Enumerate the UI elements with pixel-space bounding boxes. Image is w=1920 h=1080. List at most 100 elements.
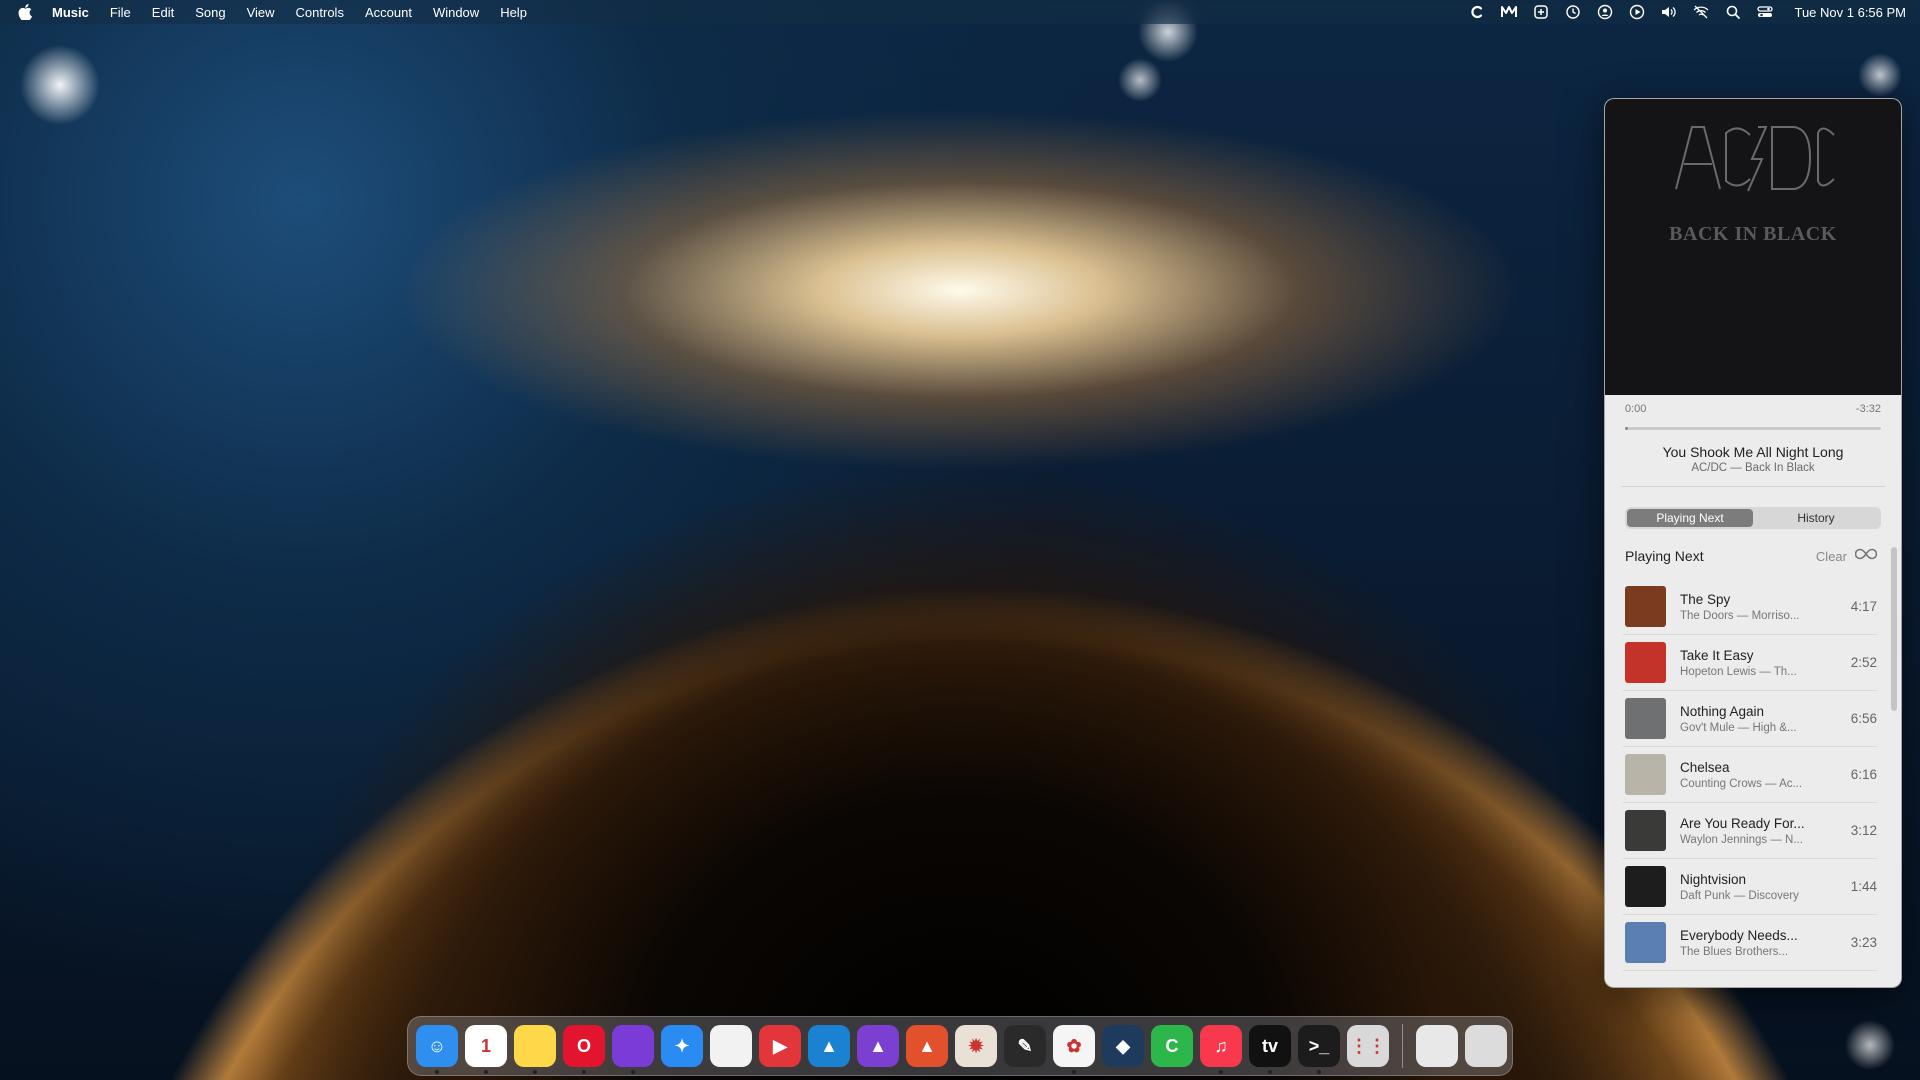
queue-item-duration: 3:23 bbox=[1850, 935, 1877, 950]
menu-help[interactable]: Help bbox=[500, 5, 527, 20]
divider bbox=[1621, 486, 1885, 487]
control-icon[interactable] bbox=[1532, 4, 1550, 20]
queue-item-subtitle: Waylon Jennings — N... bbox=[1680, 833, 1803, 846]
queue-item[interactable]: Everybody Needs... The Blues Brothers... 3… bbox=[1623, 915, 1877, 971]
band-logo bbox=[1675, 126, 1835, 192]
photos-icon[interactable]: ✿ bbox=[1053, 1025, 1095, 1074]
time-readout: 0:00 -3:32 bbox=[1605, 395, 1901, 415]
calendar-icon[interactable]: 1 bbox=[465, 1025, 507, 1074]
queue-tabs: Playing Next History bbox=[1625, 507, 1881, 529]
user-icon[interactable] bbox=[1596, 4, 1614, 20]
queue-item-artwork bbox=[1625, 642, 1666, 683]
firefox-icon[interactable] bbox=[612, 1025, 654, 1074]
queue-item-artwork bbox=[1625, 586, 1666, 627]
remaining-time: -3:32 bbox=[1855, 403, 1881, 415]
volume-icon[interactable] bbox=[1660, 4, 1678, 20]
apple-menu-icon[interactable] bbox=[18, 4, 34, 20]
launchpad-icon[interactable]: ⋮⋮ bbox=[1347, 1025, 1389, 1067]
queue-item-title: Nothing Again bbox=[1680, 703, 1765, 719]
playback-progress-slider[interactable] bbox=[1625, 427, 1881, 430]
queue-item-title: Everybody Needs... bbox=[1680, 927, 1798, 943]
queue-item-subtitle: Gov't Mule — High &... bbox=[1680, 721, 1797, 734]
queue-item-meta: Everybody Needs... The Blues Brothers... bbox=[1680, 928, 1837, 958]
layers-icon[interactable]: ◆ bbox=[1102, 1025, 1144, 1067]
queue-item-duration: 3:12 bbox=[1850, 823, 1877, 838]
terminal-icon[interactable]: >_ bbox=[1298, 1025, 1340, 1074]
c-app-icon[interactable] bbox=[1468, 4, 1486, 20]
apple-tv-icon[interactable]: tv bbox=[1249, 1025, 1291, 1074]
affinity-designer-icon[interactable]: ▲ bbox=[808, 1025, 850, 1067]
menu-edit[interactable]: Edit bbox=[152, 5, 174, 20]
queue-item-duration: 6:56 bbox=[1850, 711, 1877, 726]
downloads-icon[interactable] bbox=[1416, 1025, 1458, 1067]
queue-item[interactable]: Nightvision Daft Punk — Discovery 1:44 bbox=[1623, 859, 1877, 915]
queue-list: The Spy The Doors — Morriso... 4:17 Take It… bbox=[1605, 579, 1901, 971]
menu-window[interactable]: Window bbox=[433, 5, 479, 20]
queue-item-artwork bbox=[1625, 922, 1666, 963]
notes-icon[interactable] bbox=[514, 1025, 556, 1074]
tab-history[interactable]: History bbox=[1753, 509, 1879, 527]
dock: ☺ 1 O ✦ ▶ ▲ ▲ ▲ ✹ ✎ ✿ ◆ C ♫ tv >_ ⋮⋮ bbox=[407, 1016, 1513, 1076]
m-app-icon[interactable] bbox=[1500, 4, 1518, 20]
queue-item[interactable]: Are You Ready For... Waylon Jennings — N.… bbox=[1623, 803, 1877, 859]
tab-playing-next[interactable]: Playing Next bbox=[1627, 509, 1753, 527]
menu-app-name[interactable]: Music bbox=[52, 5, 89, 20]
queue-item[interactable]: Take It Easy Hopeton Lewis — Th... 2:52 bbox=[1623, 635, 1877, 691]
queue-item-meta: The Spy The Doors — Morriso... bbox=[1680, 592, 1837, 622]
dock-separator bbox=[1402, 1024, 1403, 1068]
menu-view[interactable]: View bbox=[247, 5, 275, 20]
queue-item-title: Chelsea bbox=[1680, 759, 1730, 775]
menu-controls[interactable]: Controls bbox=[296, 5, 344, 20]
affinity-publisher-icon[interactable]: ▲ bbox=[906, 1025, 948, 1067]
elapsed-time: 0:00 bbox=[1625, 403, 1647, 415]
album-title: BACK IN BLACK bbox=[1669, 223, 1837, 245]
menu-file[interactable]: File bbox=[110, 5, 131, 20]
menubar-clock[interactable]: Tue Nov 1 6:56 PM bbox=[1794, 5, 1906, 20]
queue-item[interactable]: Chelsea Counting Crows — Ac... 6:16 bbox=[1623, 747, 1877, 803]
queue-item-title: Nightvision bbox=[1680, 871, 1747, 887]
autoplay-infinity-icon[interactable] bbox=[1854, 547, 1878, 565]
search-icon[interactable] bbox=[1724, 4, 1742, 20]
finder-icon[interactable]: ☺ bbox=[416, 1025, 458, 1074]
camtasia-icon[interactable]: C bbox=[1151, 1025, 1193, 1067]
queue-item-duration: 6:16 bbox=[1850, 767, 1877, 782]
safari-icon[interactable]: ✦ bbox=[661, 1025, 703, 1067]
queue-item-meta: Take It Easy Hopeton Lewis — Th... bbox=[1680, 648, 1837, 678]
vectorize-icon[interactable]: ✎ bbox=[1004, 1025, 1046, 1067]
affinity-photo-icon[interactable]: ▲ bbox=[857, 1025, 899, 1067]
queue-item-subtitle: The Blues Brothers... bbox=[1680, 945, 1789, 958]
control-center-icon[interactable] bbox=[1756, 4, 1774, 20]
menu-song[interactable]: Song bbox=[195, 5, 225, 20]
queue-item-duration: 1:44 bbox=[1850, 879, 1877, 894]
playback-progress-fill bbox=[1625, 427, 1628, 430]
clear-queue-button[interactable]: Clear bbox=[1816, 549, 1847, 564]
music-icon[interactable]: ♫ bbox=[1200, 1025, 1242, 1074]
queue-item-subtitle: Hopeton Lewis — Th... bbox=[1680, 665, 1797, 678]
opera-icon[interactable]: O bbox=[563, 1025, 605, 1074]
pixelmator-icon[interactable]: ✹ bbox=[955, 1025, 997, 1067]
document-icon[interactable] bbox=[710, 1025, 752, 1067]
queue-header: Playing Next Clear bbox=[1605, 529, 1901, 565]
queue-item[interactable]: Nothing Again Gov't Mule — High &... 6:56 bbox=[1623, 691, 1877, 747]
queue-item-meta: Nothing Again Gov't Mule — High &... bbox=[1680, 704, 1837, 734]
queue-item-duration: 4:17 bbox=[1850, 599, 1877, 614]
play-circle-icon[interactable] bbox=[1628, 4, 1646, 20]
wifi-off-icon[interactable] bbox=[1692, 4, 1710, 20]
album-artwork[interactable]: BACK IN BLACK bbox=[1605, 99, 1901, 395]
menu-account[interactable]: Account bbox=[365, 5, 412, 20]
trash-icon[interactable] bbox=[1465, 1025, 1507, 1067]
now-playing-subtitle[interactable]: AC/DC — Back In Black bbox=[1605, 462, 1901, 474]
queue-item-title: Take It Easy bbox=[1680, 647, 1754, 663]
time-machine-icon[interactable] bbox=[1564, 4, 1582, 20]
menu-bar: Music File Edit Song View Controls Accou… bbox=[0, 0, 1920, 24]
queue-item-meta: Are You Ready For... Waylon Jennings — N.… bbox=[1680, 816, 1837, 846]
queue-item-meta: Chelsea Counting Crows — Ac... bbox=[1680, 760, 1837, 790]
queue-item-title: Are You Ready For... bbox=[1680, 815, 1805, 831]
pdf-expert-icon[interactable]: ▶ bbox=[759, 1025, 801, 1067]
music-mini-player: BACK IN BLACK 0:00 -3:32 You Shook Me Al… bbox=[1604, 98, 1902, 988]
status-area: Tue Nov 1 6:56 PM bbox=[1468, 0, 1906, 24]
queue-item-meta: Nightvision Daft Punk — Discovery bbox=[1680, 872, 1837, 902]
queue-item-subtitle: Daft Punk — Discovery bbox=[1680, 889, 1799, 902]
queue-item[interactable]: The Spy The Doors — Morriso... 4:17 bbox=[1623, 579, 1877, 635]
queue-scrollbar[interactable] bbox=[1891, 547, 1897, 711]
